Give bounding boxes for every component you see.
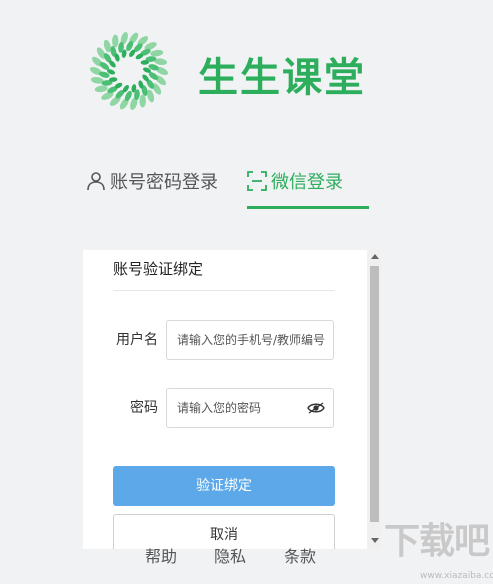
brand-logo — [90, 32, 168, 110]
scan-icon — [247, 171, 267, 191]
password-label: 密码 — [130, 400, 158, 416]
user-icon — [87, 172, 105, 191]
tab-wechat-label: 微信登录 — [271, 172, 343, 193]
panel-scrollbar[interactable] — [368, 250, 381, 549]
verify-bind-button[interactable]: 验证绑定 — [113, 466, 335, 506]
cancel-button[interactable]: 取消 — [113, 514, 335, 549]
tab-account-password-login[interactable]: 账号密码登录 — [86, 168, 218, 202]
username-field — [166, 320, 334, 360]
password-field — [166, 388, 334, 428]
username-label: 用户名 — [116, 332, 158, 348]
eye-icon[interactable] — [307, 401, 325, 415]
footer-terms-link[interactable]: 条款 — [284, 545, 316, 569]
scroll-thumb[interactable] — [370, 266, 379, 522]
username-input[interactable] — [167, 321, 333, 359]
tab-account-label: 账号密码登录 — [110, 172, 218, 193]
brand-name: 生生课堂 — [198, 55, 366, 101]
footer-privacy-link[interactable]: 隐私 — [214, 545, 246, 569]
panel-title: 账号验证绑定 — [113, 260, 204, 278]
watermark-text: 下载吧 — [384, 521, 490, 562]
password-input[interactable] — [167, 389, 297, 427]
watermark-url: www.xiazaiba.com — [420, 571, 493, 581]
panel-divider — [113, 290, 335, 291]
scroll-up-arrow-icon[interactable] — [371, 254, 379, 259]
active-tab-indicator — [247, 206, 369, 209]
site-watermark: 下载吧 www.xiazaiba.com — [378, 518, 493, 584]
footer-help-link[interactable]: 帮助 — [145, 545, 177, 569]
account-bind-panel: 账号验证绑定 用户名 密码 验证绑定 取消 — [83, 250, 367, 549]
tab-wechat-login[interactable]: 微信登录 — [247, 168, 369, 202]
